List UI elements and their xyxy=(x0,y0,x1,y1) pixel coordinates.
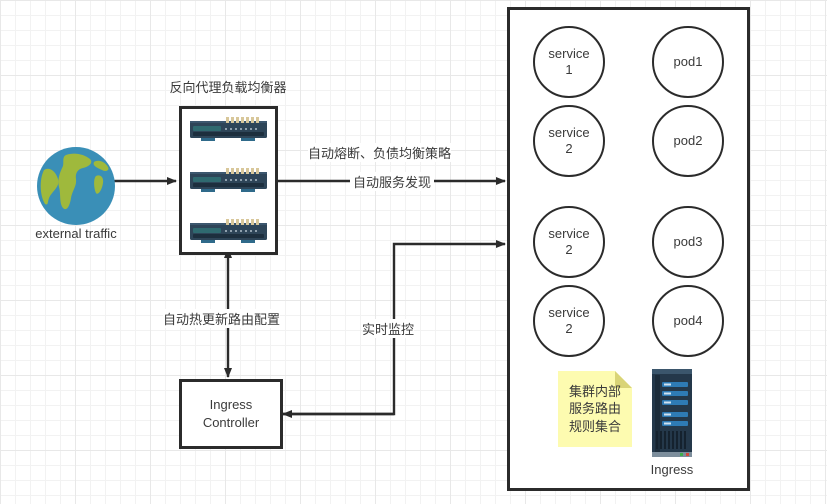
cluster-routing-note: 集群内部 服务路由 规则集合 xyxy=(558,371,632,447)
ingress-controller-line2: Controller xyxy=(202,415,260,430)
network-switch-icon xyxy=(190,117,267,141)
service-label-line1: service xyxy=(548,305,590,321)
external-traffic-label: external traffic xyxy=(35,226,117,241)
service-node-4[interactable]: service 2 xyxy=(533,285,605,357)
service-node-3[interactable]: service 2 xyxy=(533,206,605,278)
load-balancer-title: 反向代理负载均衡器 xyxy=(169,80,287,95)
service-label-line1: service xyxy=(548,125,590,141)
server-tower-icon xyxy=(652,369,692,457)
diagram-canvas: external traffic 反向代理负载均衡器 自动熔断、负债均衡策略 自… xyxy=(0,0,827,504)
ingress-device-label: Ingress xyxy=(650,462,694,477)
service-label-line2: 1 xyxy=(565,62,573,77)
service-label-line1: service xyxy=(548,46,590,62)
note-line-1: 集群内部 xyxy=(568,383,621,399)
note-line-3: 规则集合 xyxy=(568,418,621,434)
pod-node-2[interactable]: pod2 xyxy=(652,105,724,177)
ingress-controller-line1: Ingress xyxy=(209,397,253,413)
service-label-line2: 2 xyxy=(565,321,573,336)
ingress-controller-box[interactable]: Ingress Controller xyxy=(179,379,283,449)
pod-node-4[interactable]: pod4 xyxy=(652,285,724,357)
note-line-2: 服务路由 xyxy=(568,401,621,417)
network-switch-icon xyxy=(190,219,267,243)
edge-label-policy: 自动熔断、负债均衡策略 xyxy=(308,143,452,162)
pod-node-1[interactable]: pod1 xyxy=(652,26,724,98)
pod-node-3[interactable]: pod3 xyxy=(652,206,724,278)
globe-icon xyxy=(37,147,115,225)
service-label-line2: 2 xyxy=(565,141,573,156)
service-node-2[interactable]: service 2 xyxy=(533,105,605,177)
edge-label-route-config: 自动热更新路由配置 xyxy=(163,309,281,328)
edge-label-service-discovery: 自动服务发现 xyxy=(350,172,435,191)
edge-label-monitoring: 实时监控 xyxy=(362,319,415,338)
service-label-line1: service xyxy=(548,226,590,242)
service-node-1[interactable]: service 1 xyxy=(533,26,605,98)
network-switch-icon xyxy=(190,168,267,192)
service-label-line2: 2 xyxy=(565,242,573,257)
